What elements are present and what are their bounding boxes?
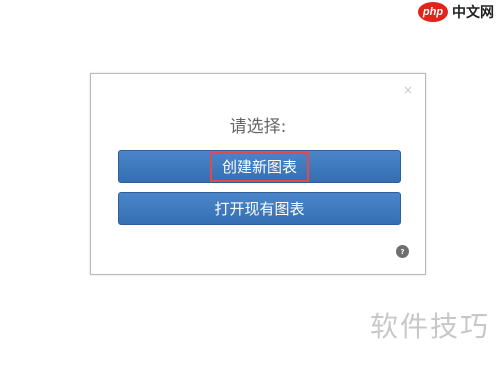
open-existing-chart-button[interactable]: 打开现有图表 — [118, 192, 401, 225]
open-existing-chart-label: 打开现有图表 — [214, 200, 305, 218]
create-new-chart-label: 创建新图表 — [209, 151, 309, 182]
logo-badge: php — [418, 2, 448, 22]
logo-text: 中文网 — [452, 5, 494, 21]
watermark: 软件技巧 — [369, 310, 490, 343]
help-icon[interactable]: ? — [396, 245, 409, 258]
page: php 中文网 × 请选择: 创建新图表 打开现有图表 ? 软件技巧 — [0, 0, 500, 365]
chart-select-dialog: × 请选择: 创建新图表 打开现有图表 ? — [90, 73, 426, 275]
php-logo: php 中文网 — [418, 2, 494, 22]
dialog-prompt: 请选择: — [229, 117, 287, 137]
close-icon[interactable]: × — [403, 83, 413, 97]
create-new-chart-button[interactable]: 创建新图表 — [118, 150, 401, 183]
